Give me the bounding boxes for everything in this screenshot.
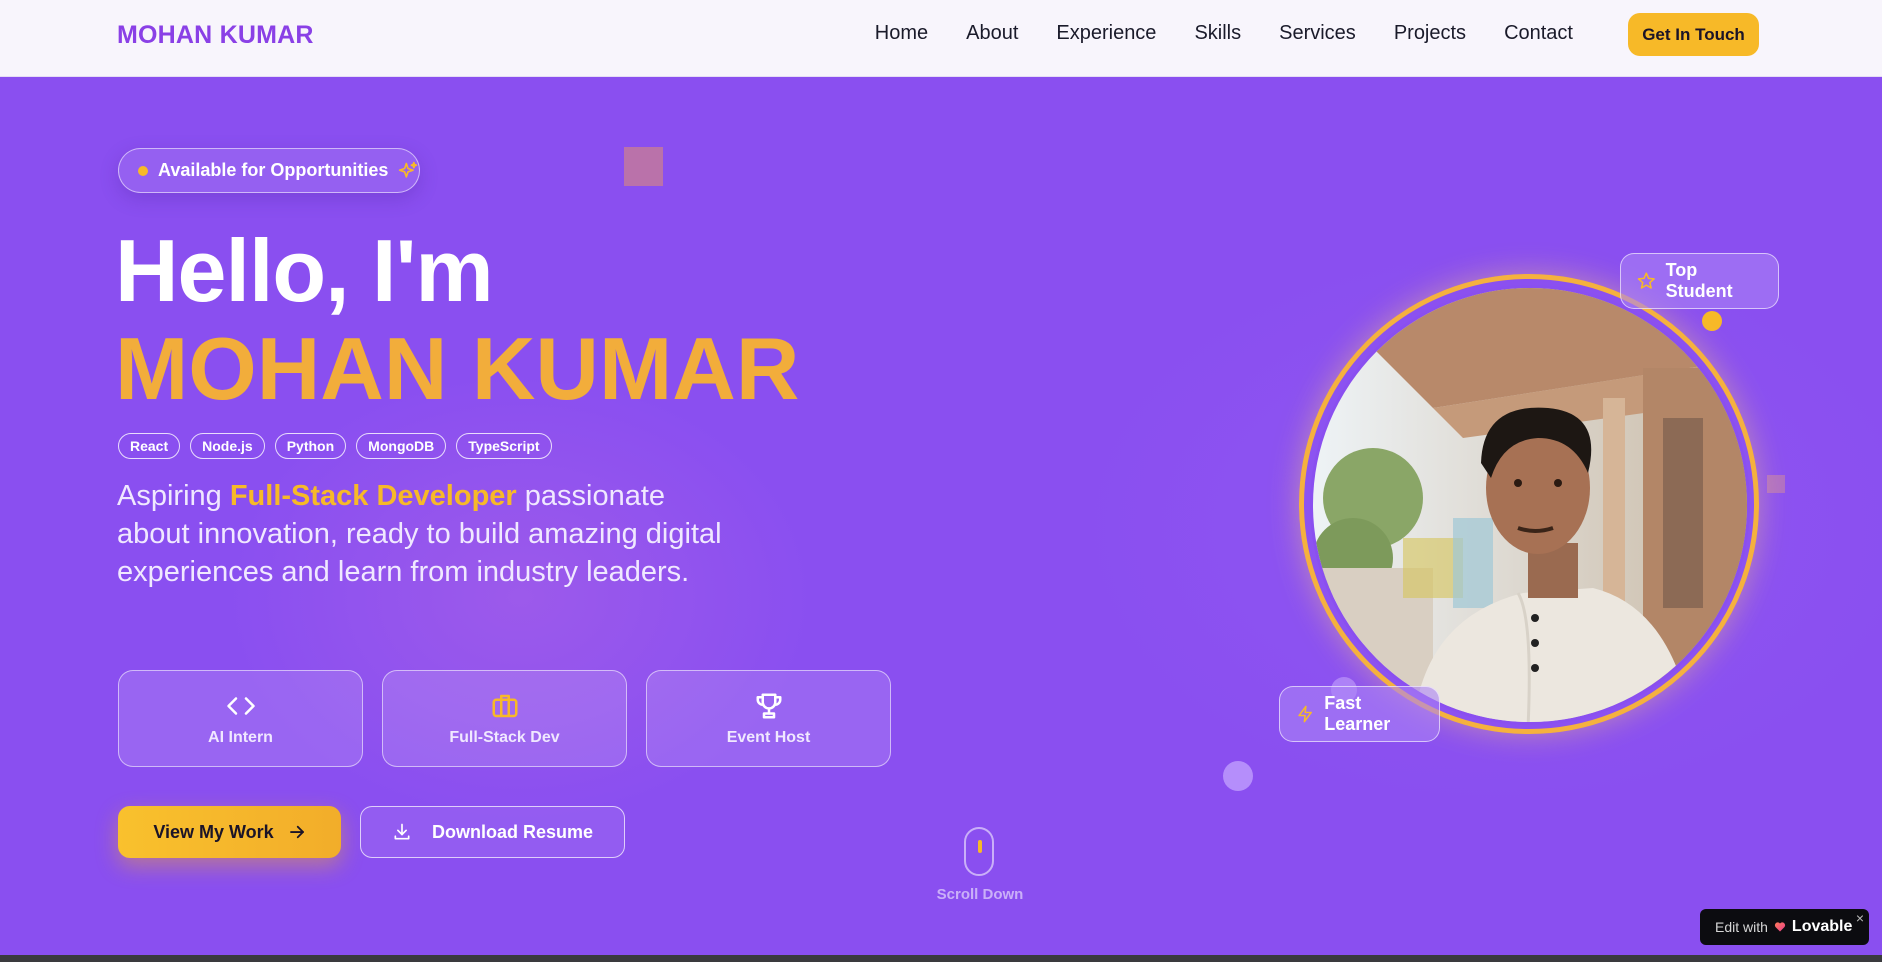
brand-logo[interactable]: MOHAN KUMAR [117, 21, 314, 50]
tech-tag: TypeScript [456, 433, 552, 459]
role-card-label: Event Host [726, 728, 811, 746]
sparkles-icon [399, 161, 418, 178]
close-icon[interactable]: × [1856, 910, 1864, 926]
description-text: Aspiring [117, 480, 230, 512]
lovable-edit-text: Edit with [1715, 919, 1768, 935]
status-dot [138, 165, 148, 176]
tech-tag: Node.js [190, 433, 265, 459]
nav-link-contact[interactable]: Contact [1485, 22, 1592, 45]
trophy-icon [756, 693, 781, 718]
code-icon [226, 696, 255, 715]
profile-photo-illustration [1313, 288, 1747, 722]
decorative-dot [1702, 311, 1722, 331]
download-icon [394, 823, 410, 840]
view-my-work-button[interactable]: View My Work [118, 806, 341, 858]
lovable-heart-icon [1774, 922, 1786, 932]
star-icon [1637, 272, 1655, 289]
view-my-work-label: View My Work [153, 821, 274, 842]
hero-section: Available for Opportunities Hello, I'm M… [0, 77, 1882, 955]
scroll-down-indicator[interactable] [964, 827, 994, 876]
window-bottom-edge [0, 955, 1882, 962]
description-highlight: Full-Stack Developer [229, 480, 517, 512]
availability-text: Available for Opportunities [158, 160, 389, 180]
download-resume-button[interactable]: Download Resume [360, 806, 625, 858]
role-card-event-host[interactable]: Event Host [646, 670, 891, 767]
decorative-square [624, 147, 663, 186]
tech-tag: MongoDB [356, 433, 447, 459]
decorative-square [1767, 475, 1785, 493]
get-in-touch-button[interactable]: Get In Touch [1628, 13, 1759, 56]
nav-link-projects[interactable]: Projects [1375, 22, 1485, 45]
arrow-right-icon [289, 825, 304, 839]
greeting-heading: Hello, I'm [115, 221, 494, 320]
nav-link-experience[interactable]: Experience [1037, 22, 1175, 45]
tech-tags: React Node.js Python MongoDB TypeScript [118, 433, 552, 459]
profile-photo [1310, 285, 1750, 725]
top-student-label: Top Student [1665, 260, 1733, 301]
decorative-circle [1223, 761, 1253, 791]
fast-learner-label: Fast Learner [1324, 693, 1391, 734]
availability-badge: Available for Opportunities [118, 148, 420, 193]
lovable-brand: Lovable [1791, 918, 1853, 935]
nav-link-home[interactable]: Home [856, 22, 947, 45]
role-card-label: Full-Stack Dev [449, 728, 560, 746]
scroll-wheel [978, 840, 982, 853]
nav-link-about[interactable]: About [947, 22, 1037, 45]
fast-learner-badge: Fast Learner [1279, 686, 1440, 742]
nav-link-skills[interactable]: Skills [1175, 22, 1260, 45]
top-navbar: MOHAN KUMAR Home About Experience Skills… [0, 0, 1882, 77]
hero-description: Aspiring Full-Stack Developer passionate… [117, 477, 737, 591]
nav-links: Home About Experience Skills Services Pr… [856, 22, 1592, 45]
edit-with-lovable-badge[interactable]: Edit with Lovable × [1700, 909, 1869, 945]
tech-tag: React [118, 433, 181, 459]
download-resume-label: Download Resume [431, 821, 594, 842]
top-student-badge: Top Student [1620, 253, 1779, 309]
role-cards: AI Intern Full-Stack Dev Event Host [118, 670, 891, 767]
name-heading: MOHAN KUMAR [115, 319, 800, 418]
role-card-full-stack[interactable]: Full-Stack Dev [382, 670, 627, 767]
role-card-label: AI Intern [208, 728, 273, 746]
briefcase-icon [492, 694, 517, 717]
lightning-icon [1298, 705, 1312, 723]
tech-tag: Python [274, 433, 347, 459]
role-card-ai-intern[interactable]: AI Intern [118, 670, 363, 767]
scroll-down-label: Scroll Down [936, 886, 1024, 903]
nav-link-services[interactable]: Services [1260, 22, 1375, 45]
